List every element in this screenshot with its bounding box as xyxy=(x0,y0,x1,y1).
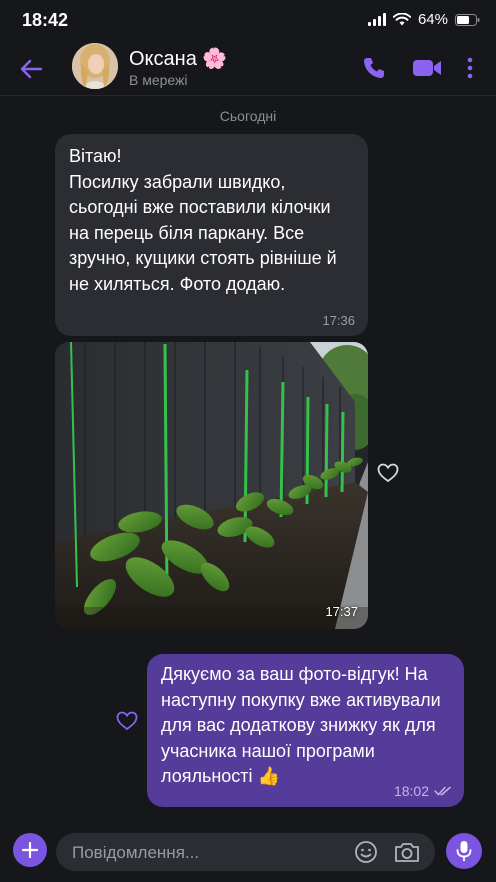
wifi-icon xyxy=(392,13,411,26)
photo-message-time: 17:37 xyxy=(325,604,358,619)
outgoing-message-meta: 18:02 xyxy=(394,783,452,799)
react-like-button[interactable] xyxy=(377,463,399,483)
status-indicators: 64% xyxy=(367,11,480,28)
status-time: 18:42 xyxy=(22,10,69,30)
double-check-icon xyxy=(434,786,451,796)
camera-icon xyxy=(395,843,419,862)
battery-icon xyxy=(455,13,480,26)
contact-avatar[interactable] xyxy=(72,43,118,89)
chat-header: Оксана 🌸 В мережі xyxy=(0,42,496,96)
message-input-placeholder: Повідомлення... xyxy=(72,843,200,862)
contact-online-status: В мережі xyxy=(129,72,188,88)
signal-icon xyxy=(367,13,386,26)
heart-icon xyxy=(377,463,399,483)
outgoing-message-time: 18:02 xyxy=(393,783,429,799)
microphone-icon xyxy=(456,841,472,862)
emoji-button[interactable] xyxy=(354,840,378,864)
battery-percentage: 64% xyxy=(417,11,448,28)
photo-image xyxy=(55,342,368,629)
smiley-icon xyxy=(355,841,377,863)
outgoing-message-text: Дякуємо за ваш фото-відгук! На наступну … xyxy=(161,664,441,786)
react-like-button-outgoing[interactable] xyxy=(116,711,138,731)
attach-button[interactable] xyxy=(13,833,47,867)
call-button[interactable] xyxy=(360,54,388,82)
back-button[interactable] xyxy=(16,54,46,84)
plus-icon xyxy=(22,842,38,858)
compose-bar: Повідомлення... xyxy=(0,826,496,882)
status-bar: 18:42 64% xyxy=(0,0,496,42)
video-call-button[interactable] xyxy=(412,54,442,82)
arrow-left-icon xyxy=(20,59,42,79)
video-camera-icon xyxy=(413,60,441,76)
camera-button[interactable] xyxy=(394,840,420,864)
voice-message-button[interactable] xyxy=(446,833,482,869)
incoming-message[interactable]: Вітаю! Посилку забрали швидко, сьогодні … xyxy=(55,134,368,336)
incoming-photo-message[interactable]: 17:37 xyxy=(55,342,368,629)
incoming-message-text: Вітаю! Посилку забрали швидко, сьогодні … xyxy=(69,146,337,294)
more-options-button[interactable] xyxy=(462,54,478,82)
message-input[interactable]: Повідомлення... xyxy=(56,833,435,871)
avatar-image xyxy=(72,43,118,89)
more-vertical-icon xyxy=(467,57,473,79)
heart-icon xyxy=(116,711,138,731)
date-separator: Сьогодні xyxy=(219,108,277,124)
incoming-message-time: 17:36 xyxy=(322,313,355,328)
outgoing-message[interactable]: Дякуємо за ваш фото-відгук! На наступну … xyxy=(147,654,464,807)
phone-icon xyxy=(364,58,384,78)
contact-name[interactable]: Оксана 🌸 xyxy=(129,46,227,71)
